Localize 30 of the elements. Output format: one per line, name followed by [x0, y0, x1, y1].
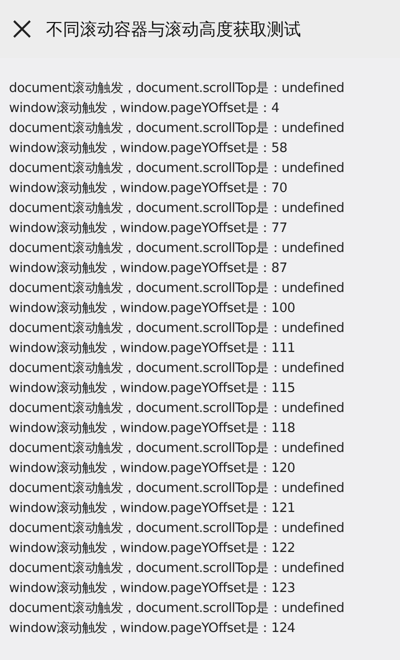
log-line: window滚动触发，window.pageYOffset是：58 [9, 140, 288, 158]
log-line: window滚动触发，window.pageYOffset是：87 [9, 260, 288, 278]
log-line: document滚动触发，document.scrollTop是：undefined [9, 320, 346, 338]
log-line: window滚动触发，window.pageYOffset是：124 [9, 620, 296, 638]
log-line: document滚动触发，document.scrollTop是：undefined [9, 520, 346, 538]
log-line: document滚动触发，document.scrollTop是：undefined [9, 280, 346, 298]
log-line: document滚动触发，document.scrollTop是：undefined [9, 80, 346, 98]
log-line: window滚动触发，window.pageYOffset是：118 [9, 420, 296, 438]
log-line: window滚动触发，window.pageYOffset是：111 [9, 340, 296, 358]
log-line: window滚动触发，window.pageYOffset是：115 [9, 380, 296, 398]
log-line: document滚动触发，document.scrollTop是：undefined [9, 200, 346, 218]
log-line: window滚动触发，window.pageYOffset是：121 [9, 500, 296, 518]
log-line: document滚动触发，document.scrollTop是：undefined [9, 240, 346, 258]
log-line: window滚动触发，window.pageYOffset是：77 [9, 220, 288, 238]
log-line: window滚动触发，window.pageYOffset是：70 [9, 180, 288, 198]
close-icon[interactable] [13, 20, 31, 38]
log-line: document滚动触发，document.scrollTop是：undefined [9, 160, 346, 178]
log-line: window滚动触发，window.pageYOffset是：100 [9, 300, 296, 318]
log-line: document滚动触发，document.scrollTop是：undefined [9, 400, 346, 418]
log-line: document滚动触发，document.scrollTop是：undefined [9, 360, 346, 378]
log-line: document滚动触发，document.scrollTop是：undefined [9, 560, 346, 578]
log-line: window滚动触发，window.pageYOffset是：4 [9, 100, 280, 118]
log-line: window滚动触发，window.pageYOffset是：122 [9, 540, 296, 558]
log-line: window滚动触发，window.pageYOffset是：123 [9, 580, 296, 598]
log-line: document滚动触发，document.scrollTop是：undefined [9, 480, 346, 498]
log-line: window滚动触发，window.pageYOffset是：120 [9, 460, 296, 478]
log-line: document滚动触发，document.scrollTop是：undefined [9, 440, 346, 458]
log-line: document滚动触发，document.scrollTop是：undefined [9, 600, 346, 618]
log-line: document滚动触发，document.scrollTop是：undefined [9, 120, 346, 138]
page-title: 不同滚动容器与滚动高度获取测试 [46, 18, 301, 40]
